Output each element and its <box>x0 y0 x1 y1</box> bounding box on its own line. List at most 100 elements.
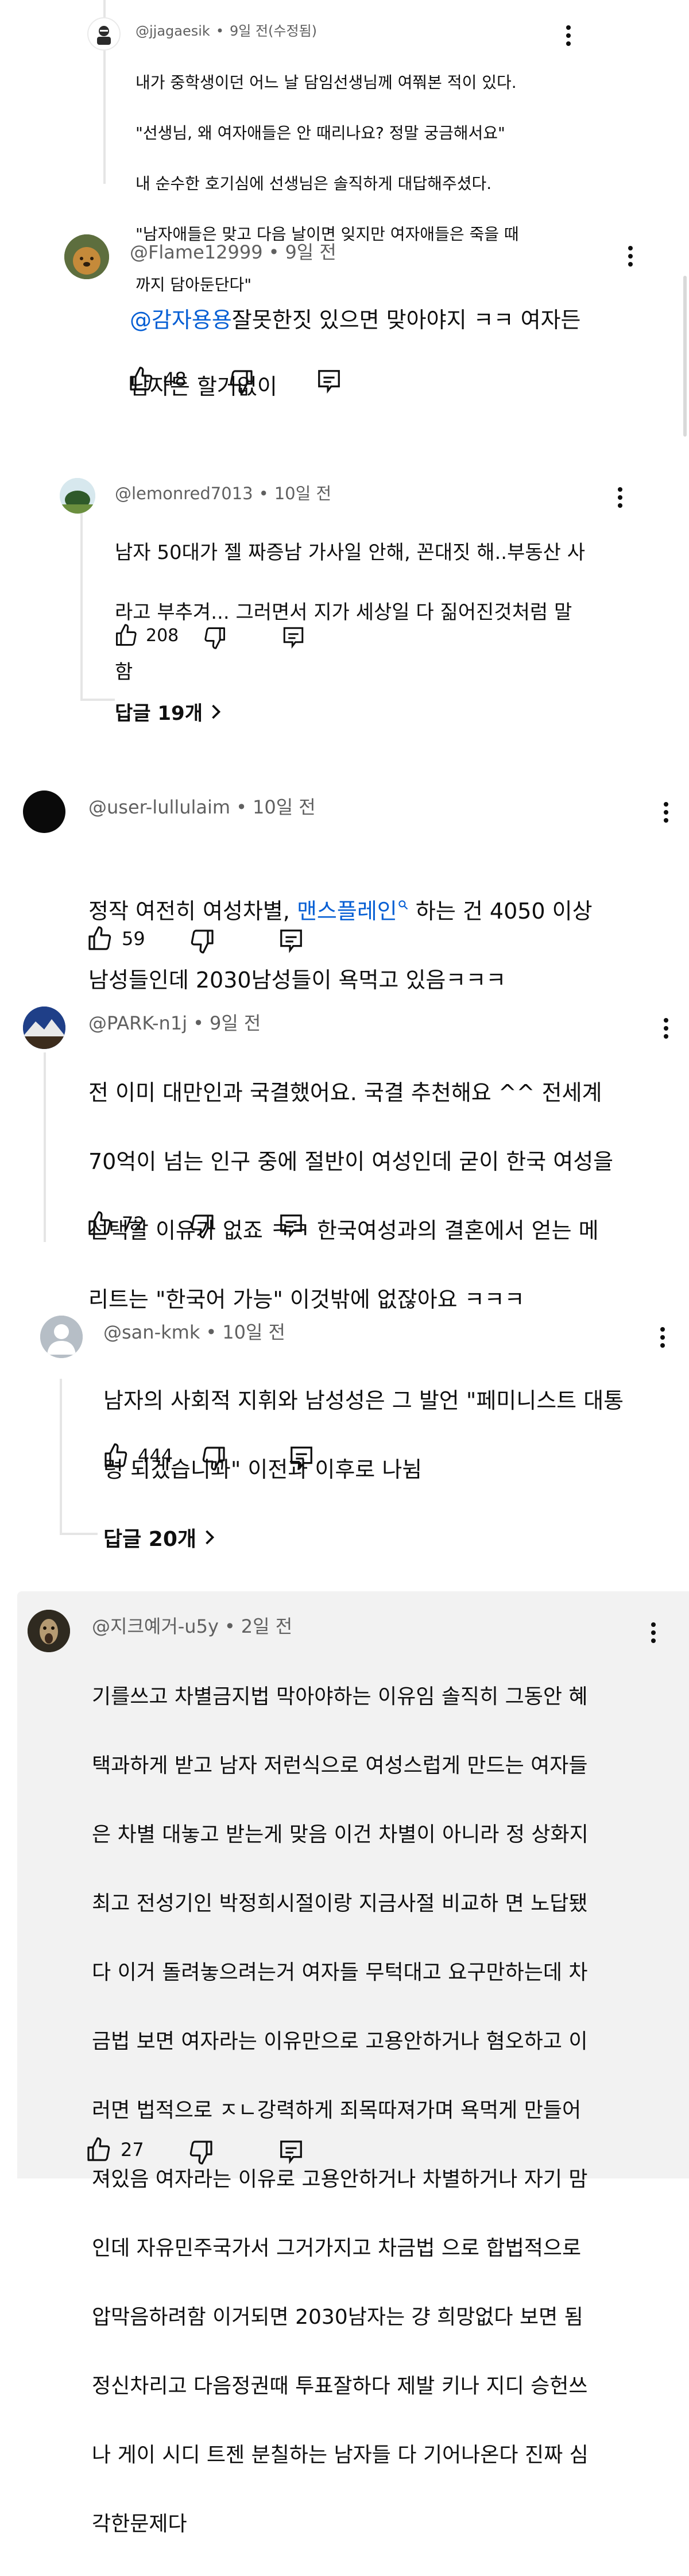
comment-line: "선생님, 왜 여자애들은 안 때리나요? 정말 궁금해서요" <box>136 124 505 142</box>
reply-icon <box>280 2141 302 2165</box>
like-button[interactable]: 208 <box>114 623 179 648</box>
more-vert-icon[interactable] <box>642 1615 665 1650</box>
like-count: 72 <box>122 1213 145 1235</box>
like-button[interactable]: 72 <box>86 1210 145 1237</box>
comment-time[interactable]: 10일 전 <box>222 1321 285 1343</box>
comment-line: 인데 자유민주국가서 그거가지고 차금법 으로 합법적으로 <box>92 2236 582 2260</box>
like-button[interactable]: 444 <box>102 1442 173 1470</box>
comment-author-line: @user-lullulaim • 10일 전 <box>88 796 316 818</box>
comment-line: 나 게이 시디 트젠 분칠하는 남자들 다 기어나온다 진짜 심 <box>92 2443 589 2467</box>
reply-button[interactable] <box>316 368 342 394</box>
comment-line: 70억이 넘는 인구 중에 절반이 여성인데 굳이 한국 여성을 <box>88 1149 614 1174</box>
dislike-button[interactable] <box>202 625 227 650</box>
avatar[interactable] <box>60 478 95 514</box>
thread-line <box>80 699 115 701</box>
comment-time[interactable]: 9일 전(수정됨) <box>230 23 317 39</box>
avatar[interactable] <box>23 790 65 833</box>
comment-text: 기를쓰고 차별금지법 막아야하는 이유임 솔직히 그동안 혜 택과하게 받고 남… <box>92 1645 589 2576</box>
comment-time[interactable]: 10일 전 <box>253 796 316 818</box>
avatar[interactable] <box>40 1316 83 1358</box>
like-count: 48 <box>163 368 187 390</box>
comment-author-line: @Flame12999 • 9일 전 <box>130 241 336 263</box>
comment-text: @감자용용잘못한짓 있으면 맞아야지 ㅋㅋ 여자든 남자든 할거없이 <box>130 270 581 437</box>
reply-button[interactable] <box>278 927 304 954</box>
dislike-icon <box>189 2141 212 2165</box>
more-vert-icon[interactable] <box>557 18 580 53</box>
more-vert-icon[interactable] <box>609 480 632 515</box>
avatar[interactable] <box>23 1007 65 1049</box>
dislike-button[interactable] <box>187 2138 215 2166</box>
avatar[interactable] <box>87 17 121 51</box>
mention-link[interactable]: @감자용용 <box>130 307 232 333</box>
reply-button[interactable] <box>278 1212 304 1239</box>
thread-line <box>80 506 83 701</box>
comment-line: 남자든 할거없이 <box>130 374 277 399</box>
like-button[interactable]: 59 <box>86 925 145 952</box>
comment-author[interactable]: @jjagaesik <box>136 23 210 39</box>
more-vert-icon[interactable] <box>619 239 642 273</box>
like-count: 208 <box>146 625 179 646</box>
comment-author-line: @지크예거-u5y • 2일 전 <box>92 1615 293 1637</box>
dislike-button[interactable] <box>200 1444 227 1472</box>
dislike-icon <box>230 370 253 394</box>
dislike-icon <box>191 930 214 954</box>
reply-icon <box>318 370 340 394</box>
comment-time[interactable]: 2일 전 <box>241 1615 292 1637</box>
comment-text: 남자의 사회적 지휘와 남성성은 그 발언 "페미니스트 대통 령 되겠습니꽈"… <box>103 1349 624 1521</box>
search-link[interactable]: 맨스플레인 <box>297 898 397 924</box>
comment-time[interactable]: 10일 전 <box>274 484 331 503</box>
avatar[interactable] <box>28 1610 70 1652</box>
dislike-icon <box>204 627 225 649</box>
reply-icon <box>280 1214 302 1239</box>
comment-line: 선택할 이유가 없죠 ㅋㅋ 한국여성과의 결혼에서 얻는 메 <box>88 1218 599 1243</box>
avatar[interactable] <box>64 234 109 279</box>
thread-line <box>60 1533 98 1535</box>
comment-author[interactable]: @san-kmk <box>103 1321 200 1343</box>
view-replies-button[interactable]: 답글 19개 <box>115 697 222 726</box>
reply-button[interactable] <box>278 2138 304 2165</box>
comment-text: 남자 50대가 젤 짜증남 가사일 안해, 꼰대짓 해..부동산 사 라고 부추… <box>115 508 585 717</box>
dislike-icon <box>191 1214 214 1239</box>
scrollbar[interactable] <box>683 276 687 437</box>
comment-line: 라고 부추겨... 그러면서 지가 세상일 다 짊어진것처럼 말 <box>115 601 572 624</box>
comment-line: 내 순수한 호기심에 선생님은 솔직하게 대답해주셨다. <box>136 174 492 193</box>
comment-author[interactable]: @PARK-n1j <box>88 1012 187 1034</box>
like-button[interactable]: 27 <box>85 2136 144 2164</box>
comment-line: 전 이미 대만인과 국결했어요. 국결 추천해요 ^^ 전세계 <box>88 1080 602 1105</box>
comment-author[interactable]: @user-lullulaim <box>88 796 230 818</box>
reply-button[interactable] <box>281 625 305 649</box>
comment-line: 최고 전성기인 박정희시절이랑 지금사절 비교하 면 노답됐 <box>92 1892 588 1915</box>
like-icon <box>130 367 153 391</box>
more-vert-icon[interactable] <box>655 1011 678 1046</box>
comment-line: 내가 중학생이던 어느 날 담임선생님께 여쭤본 적이 있다. <box>136 73 517 92</box>
like-icon <box>87 2137 110 2161</box>
more-vert-icon[interactable] <box>655 795 678 830</box>
chevron-right-icon <box>206 1530 215 1545</box>
replies-count: 답글 20개 <box>103 1528 196 1551</box>
dislike-button[interactable] <box>188 927 216 955</box>
comment-line: 령 되겠습니꽈" 이전과 이후로 나뉨 <box>103 1457 423 1482</box>
comment-line: 져있음 여자라는 이유로 고용안하거나 차별하거나 자기 맘 <box>92 2168 588 2191</box>
comment-author-line: @san-kmk • 10일 전 <box>103 1321 285 1343</box>
comment-line: 함 <box>115 661 133 684</box>
comment-author-line: @PARK-n1j • 9일 전 <box>88 1012 261 1034</box>
comment-line: 압막음하려함 이거되면 2030남자는 걍 희망없다 보면 됨 <box>92 2305 583 2329</box>
search-icon <box>398 900 408 910</box>
dislike-button[interactable] <box>188 1212 216 1240</box>
dislike-button[interactable] <box>227 368 255 395</box>
thread-line <box>44 1052 46 1242</box>
comment-author[interactable]: @지크예거-u5y <box>92 1615 219 1637</box>
comment-author[interactable]: @Flame12999 <box>130 241 263 263</box>
comment-text: 전 이미 대만인과 국결했어요. 국결 추천해요 ^^ 전세계 70억이 넘는 … <box>88 1041 613 1351</box>
reply-icon <box>291 1447 312 1471</box>
view-replies-button[interactable]: 답글 20개 <box>103 1522 216 1552</box>
comment-time[interactable]: 9일 전 <box>285 241 336 263</box>
more-vert-icon[interactable] <box>651 1320 674 1355</box>
like-button[interactable]: 48 <box>127 365 187 393</box>
comment-line: 잘못한짓 있으면 맞아야지 ㅋㅋ 여자든 <box>231 307 581 333</box>
comment-time[interactable]: 9일 전 <box>210 1012 261 1034</box>
dislike-icon <box>202 1447 225 1471</box>
reply-button[interactable] <box>288 1444 315 1471</box>
like-icon <box>104 1443 127 1467</box>
comment-author[interactable]: @lemonred7013 <box>115 484 253 503</box>
